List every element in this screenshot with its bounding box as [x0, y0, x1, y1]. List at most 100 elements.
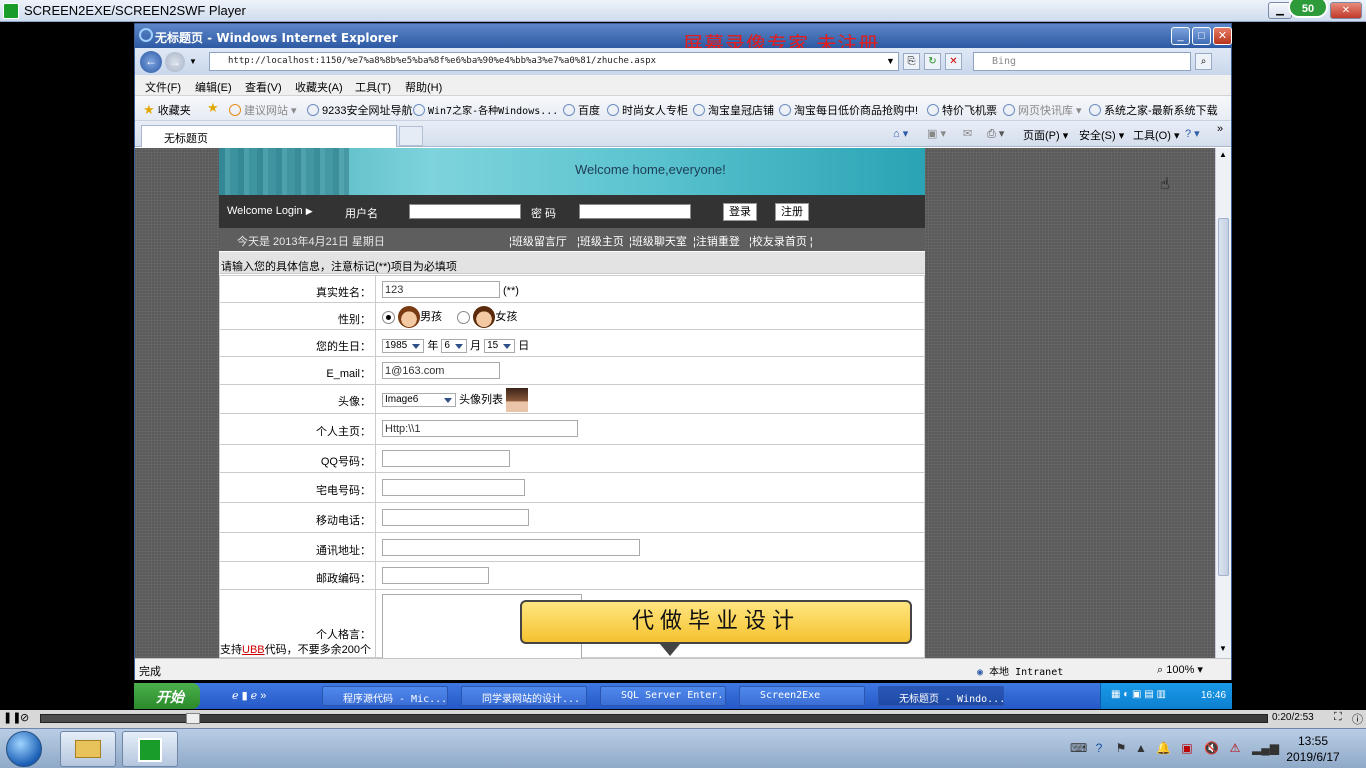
avatar-select[interactable]: Image6 [382, 393, 456, 407]
notification-icon[interactable]: 🔔 [1156, 741, 1171, 755]
username-input[interactable] [409, 204, 521, 219]
antivirus-icon[interactable]: ▣ [1180, 741, 1194, 755]
show-hidden-icon[interactable]: ▲ [1134, 741, 1148, 755]
password-input[interactable] [579, 204, 691, 219]
home-phone-input[interactable] [382, 479, 525, 496]
male-radio[interactable] [382, 310, 395, 324]
action-center-icon[interactable]: ⚑ [1114, 741, 1128, 755]
address-bar[interactable]: http://localhost:1150/%e7%a8%8b%e5%ba%8f… [209, 52, 899, 71]
ie-minimize-button[interactable]: _ [1171, 27, 1190, 45]
vertical-scrollbar[interactable]: ▲ ▼ [1215, 148, 1231, 658]
nav-class-home[interactable]: ¦班级主页 [577, 233, 624, 249]
search-input[interactable]: Bing [973, 52, 1191, 71]
volume-muted-icon[interactable]: 🔇 [1204, 741, 1219, 755]
network-warning-icon[interactable]: ⚠ [1228, 741, 1242, 755]
stop-circle-icon[interactable]: ⊘ [20, 711, 29, 724]
screen2exe-taskbar-icon[interactable] [122, 731, 178, 767]
nav-chatroom[interactable]: ¦班级聊天室 [629, 233, 687, 249]
address-input[interactable] [382, 539, 640, 556]
scroll-up-icon[interactable]: ▲ [1219, 150, 1227, 159]
mail-icon[interactable]: ✉ [963, 127, 972, 140]
tab-untitled[interactable]: 无标题页 [141, 125, 397, 147]
register-button[interactable]: 注册 [775, 203, 809, 221]
signal-icon[interactable]: ▂▄▆ [1252, 741, 1279, 755]
nav-logout[interactable]: ¦注销重登 [693, 233, 740, 249]
year-select[interactable]: 1985 [382, 339, 425, 354]
fav-link-1[interactable]: 9233安全网址导航 [307, 102, 412, 118]
fav-link-4[interactable]: 时尚女人专柜 [607, 102, 688, 118]
zoom-control[interactable]: ⌕ 100% ▾ [1157, 663, 1203, 677]
xp-task-1[interactable]: 同学录网站的设计... [461, 686, 587, 706]
seek-handle[interactable] [186, 713, 200, 724]
system-clock[interactable]: 13:55 2019/6/17 [1278, 733, 1348, 765]
keyboard-icon[interactable]: ⌨ [1070, 741, 1087, 755]
info-icon[interactable]: ⓘ [1352, 711, 1363, 727]
nav-alumni-home[interactable]: ¦校友录首页 ¦ [749, 233, 813, 249]
zip-input[interactable] [382, 567, 489, 584]
print-icon[interactable]: ⎙ ▾ [987, 127, 1004, 141]
fav-link-6[interactable]: 淘宝每日低价商品抢购中! [779, 102, 918, 118]
menu-file[interactable]: 文件(F) [145, 79, 181, 95]
ie-maximize-button[interactable]: □ [1192, 27, 1211, 45]
scroll-thumb[interactable] [1218, 218, 1229, 576]
xp-task-0[interactable]: 程序源代码 - Mic... [322, 686, 448, 706]
notification-badge[interactable]: 50 [1288, 0, 1328, 18]
ubb-link[interactable]: UBB [242, 644, 265, 656]
menu-help[interactable]: 帮助(H) [405, 79, 442, 95]
name-input[interactable]: 123 [382, 281, 500, 298]
help-icon[interactable]: ? ▾ [1185, 127, 1200, 140]
address-dropdown-icon[interactable]: ▼ [886, 56, 895, 66]
home-icon[interactable]: ⌂ ▾ [893, 127, 908, 140]
day-select[interactable]: 15 [484, 339, 516, 354]
fullscreen-icon[interactable]: ⛶ [1334, 711, 1342, 724]
login-button[interactable]: 登录 [723, 203, 757, 221]
fav-link-3[interactable]: 百度 [563, 102, 600, 118]
fav-link-0[interactable]: 建议网站 ▾ [229, 102, 297, 118]
add-favorite-icon[interactable]: ★ [207, 100, 219, 116]
pause-icon[interactable]: ❚❚ [3, 711, 21, 724]
history-dropdown-icon[interactable]: ▼ [189, 57, 197, 66]
stop-icon[interactable]: ✕ [945, 53, 962, 70]
xp-task-3[interactable]: Screen2Exe [739, 686, 865, 706]
nav-guestbook[interactable]: ¦班级留言厅 [509, 233, 567, 249]
mobile-input[interactable] [382, 509, 529, 526]
month-select[interactable]: 6 [441, 339, 467, 354]
menu-tools[interactable]: 工具(T) [355, 79, 391, 95]
fav-link-8[interactable]: 网页快讯库 ▾ [1003, 102, 1082, 118]
email-input[interactable]: 1@163.com [382, 362, 500, 379]
favorites-button[interactable]: ★ 收藏夹 [143, 102, 191, 118]
xp-start-button[interactable]: 开始 [134, 683, 200, 709]
feeds-icon[interactable]: ▣ ▾ [927, 127, 946, 140]
compat-view-icon[interactable]: ⎘ [903, 53, 920, 70]
menu-edit[interactable]: 编辑(E) [195, 79, 232, 95]
new-tab-button[interactable] [399, 126, 423, 146]
help-tray-icon[interactable]: ? [1092, 741, 1106, 755]
explorer-taskbar-icon[interactable] [60, 731, 116, 767]
qq-input[interactable] [382, 450, 510, 467]
refresh-icon[interactable]: ↻ [924, 53, 941, 70]
ie-close-button[interactable]: ✕ [1213, 27, 1232, 45]
scroll-down-icon[interactable]: ▼ [1219, 644, 1227, 653]
fav-link-9[interactable]: 系统之家-最新系统下载 [1089, 102, 1218, 118]
quicklaunch-icons[interactable]: ℯ ▮ ℯ » [232, 689, 266, 702]
homepage-input[interactable]: Http:\\1 [382, 420, 578, 437]
close-button[interactable]: ✕ [1330, 2, 1362, 19]
xp-task-4[interactable]: 无标题页 - Windo... [878, 686, 1004, 706]
fav-link-5[interactable]: 淘宝皇冠店铺 [693, 102, 774, 118]
page-menu[interactable]: 页面(P) ▾ [1023, 127, 1068, 143]
back-button[interactable]: ← [140, 51, 162, 73]
female-radio[interactable] [457, 310, 471, 324]
tools-menu[interactable]: 工具(O) ▾ [1133, 127, 1179, 143]
chevron-more-icon[interactable]: » [1217, 123, 1223, 135]
windows-start-orb[interactable] [6, 731, 42, 767]
forward-button[interactable]: → [165, 52, 185, 72]
safety-menu[interactable]: 安全(S) ▾ [1079, 127, 1124, 143]
fav-link-2[interactable]: Win7之家-各种Windows... [413, 102, 558, 117]
tray-icons[interactable]: ▦ ◐ ▣ ▤ ▥ [1111, 689, 1166, 700]
xp-task-2[interactable]: SQL Server Enter... [600, 686, 726, 706]
menu-view[interactable]: 查看(V) [245, 79, 282, 95]
menu-favorites[interactable]: 收藏夹(A) [295, 79, 343, 95]
seek-bar[interactable] [40, 713, 1268, 724]
search-icon[interactable]: ⌕ [1195, 53, 1212, 70]
fav-link-7[interactable]: 特价飞机票 [927, 102, 997, 118]
